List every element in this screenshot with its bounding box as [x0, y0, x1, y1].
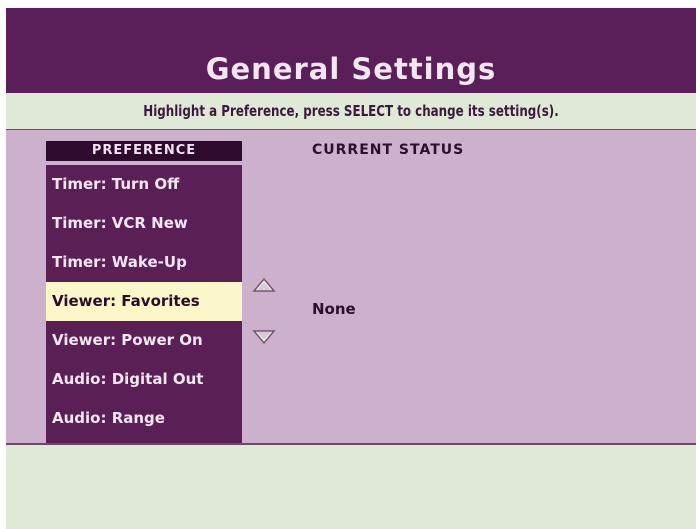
- settings-screen: General Settings Highlight a Preference,…: [0, 0, 696, 529]
- preference-item-audio-range[interactable]: Audio: Range: [46, 399, 242, 438]
- current-status-column-header: CURRENT STATUS: [312, 142, 465, 158]
- preference-column-header: PREFERENCE: [46, 141, 242, 161]
- column-headers: PREFERENCE CURRENT STATUS: [6, 130, 696, 162]
- preference-item-timer-turn-off[interactable]: Timer: Turn Off: [46, 165, 242, 204]
- preference-item-audio-digital-out[interactable]: Audio: Digital Out: [46, 360, 242, 399]
- current-status-value: None: [312, 300, 356, 318]
- preference-item-viewer-power-on[interactable]: Viewer: Power On: [46, 321, 242, 360]
- preference-item-viewer-favorites[interactable]: Viewer: Favorites: [46, 282, 242, 321]
- preference-item-timer-vcr-new[interactable]: Timer: VCR New: [46, 204, 242, 243]
- instruction-bar: Highlight a Preference, press SELECT to …: [6, 93, 696, 130]
- page-title: General Settings: [205, 52, 497, 86]
- instruction-text: Highlight a Preference, press SELECT to …: [143, 102, 559, 120]
- preference-list: Timer: Turn Off Timer: VCR New Timer: Wa…: [46, 165, 242, 443]
- title-bar: General Settings: [6, 8, 696, 93]
- preference-item-timer-wake-up[interactable]: Timer: Wake-Up: [46, 243, 242, 282]
- chevron-down-icon[interactable]: [252, 328, 276, 348]
- settings-panel: PREFERENCE CURRENT STATUS Timer: Turn Of…: [6, 130, 696, 443]
- chevron-up-icon[interactable]: [252, 274, 276, 294]
- footer-area: [6, 445, 696, 529]
